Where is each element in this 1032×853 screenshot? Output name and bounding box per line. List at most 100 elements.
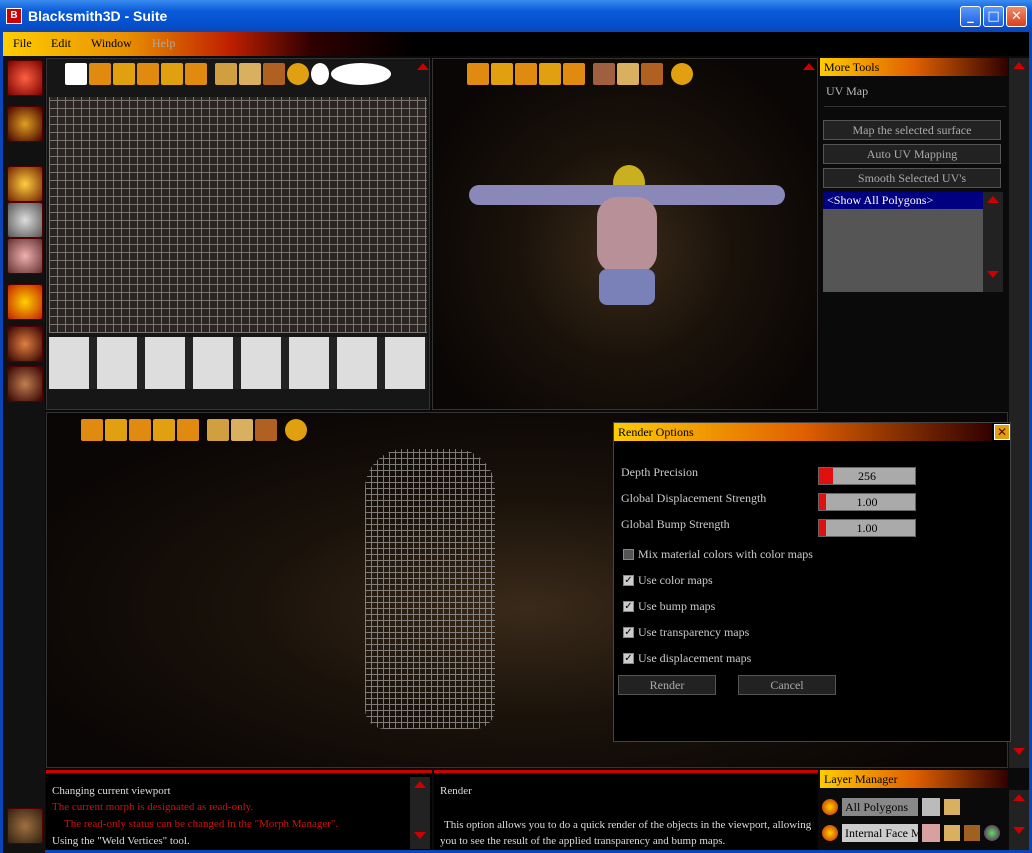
- uv-sphere-icon[interactable]: [65, 63, 87, 85]
- menu-help[interactable]: Help: [152, 36, 175, 51]
- scale-icon[interactable]: [137, 63, 159, 85]
- menu-bar: File Edit Window Help: [3, 32, 1029, 56]
- layer-row[interactable]: All Polygons: [822, 798, 960, 816]
- arrow-icon[interactable]: [113, 63, 135, 85]
- model-legs: [599, 269, 655, 305]
- uv-map-parts: [49, 337, 427, 389]
- layer-visibility-icon[interactable]: [822, 825, 838, 841]
- layer-page-icon[interactable]: [944, 799, 960, 815]
- arrow-icon[interactable]: [105, 419, 127, 441]
- frame-icon[interactable]: [563, 63, 585, 85]
- move-icon[interactable]: [467, 63, 489, 85]
- page-icon[interactable]: [231, 419, 253, 441]
- perspective-viewport[interactable]: [432, 58, 818, 410]
- rotate-icon[interactable]: [153, 419, 175, 441]
- morph-tool-icon[interactable]: [7, 238, 43, 274]
- move-icon[interactable]: [81, 419, 103, 441]
- hand-icon[interactable]: [207, 419, 229, 441]
- displacement-strength-slider[interactable]: 1.00: [818, 493, 916, 511]
- paint-tool-icon[interactable]: [7, 166, 43, 202]
- layer-color-swatch[interactable]: [922, 798, 940, 816]
- gear-icon[interactable]: [287, 63, 309, 85]
- layer-visibility-icon[interactable]: [822, 799, 838, 815]
- displacement-maps-option[interactable]: ✓ Use displacement maps: [623, 651, 751, 666]
- uv-shape-icon[interactable]: [311, 63, 329, 85]
- close-button[interactable]: ✕: [1006, 6, 1027, 27]
- layer-page-icon[interactable]: [944, 825, 960, 841]
- fire-tool-icon[interactable]: [7, 284, 43, 320]
- brush-tool-icon[interactable]: [7, 60, 43, 96]
- bump-maps-checkbox[interactable]: ✓: [623, 601, 634, 612]
- layer-color-swatch[interactable]: [922, 824, 940, 842]
- bump-strength-slider[interactable]: 1.00: [818, 519, 916, 537]
- layer-manager-scrollbar[interactable]: [1009, 790, 1029, 850]
- wheel-icon[interactable]: [641, 63, 663, 85]
- rotate-icon[interactable]: [161, 63, 183, 85]
- help-title: Render: [440, 785, 472, 797]
- uv-toolbar: [65, 61, 391, 87]
- uv-disc-icon[interactable]: [331, 63, 391, 85]
- sculpt-tool-icon[interactable]: [7, 202, 43, 238]
- layer-name[interactable]: Internal Face M: [842, 824, 918, 842]
- list-item[interactable]: <Show All Polygons>: [823, 192, 983, 209]
- menu-edit[interactable]: Edit: [51, 36, 71, 51]
- frame-icon[interactable]: [177, 419, 199, 441]
- wheel-icon[interactable]: [263, 63, 285, 85]
- hammer-tool-icon[interactable]: [7, 326, 43, 362]
- rotate-icon[interactable]: [539, 63, 561, 85]
- uv-map-section-label: UV Map: [826, 84, 869, 98]
- maximize-button[interactable]: □: [983, 6, 1004, 27]
- page-icon[interactable]: [617, 63, 639, 85]
- color-maps-option[interactable]: ✓ Use color maps: [623, 573, 713, 588]
- help-text: This option allows you to do a quick ren…: [440, 819, 812, 847]
- status-line: The read-only status can be changed in t…: [64, 818, 339, 830]
- more-tools-header: More Tools: [820, 58, 1008, 76]
- viewport-toolbar: [467, 61, 693, 87]
- scale-icon[interactable]: [129, 419, 151, 441]
- barrel-icon[interactable]: [7, 808, 43, 844]
- wheel-icon[interactable]: [255, 419, 277, 441]
- scale-icon[interactable]: [515, 63, 537, 85]
- viewport-collapse-icon[interactable]: [803, 63, 815, 70]
- polygon-list-scrollbar[interactable]: [983, 192, 1003, 292]
- mix-colors-option[interactable]: Mix material colors with color maps: [623, 547, 813, 562]
- map-selected-surface-button[interactable]: Map the selected surface: [823, 120, 1001, 140]
- smooth-selected-uvs-button[interactable]: Smooth Selected UV's: [823, 168, 1001, 188]
- polygon-list[interactable]: <Show All Polygons>: [823, 192, 983, 292]
- uv-map-grid: [49, 97, 427, 333]
- bump-maps-option[interactable]: ✓ Use bump maps: [623, 599, 715, 614]
- hand-icon[interactable]: [215, 63, 237, 85]
- gear-icon[interactable]: [671, 63, 693, 85]
- layer-manager-panel: Layer Manager All Polygons Internal Face…: [820, 770, 1008, 850]
- frame-icon[interactable]: [185, 63, 207, 85]
- move-icon[interactable]: [89, 63, 111, 85]
- tongs-tool-icon[interactable]: [7, 366, 43, 402]
- page-icon[interactable]: [239, 63, 261, 85]
- select-tool-icon[interactable]: [7, 106, 43, 142]
- face-icon[interactable]: [593, 63, 615, 85]
- uv-collapse-icon[interactable]: [417, 63, 429, 70]
- auto-uv-mapping-button[interactable]: Auto UV Mapping: [823, 144, 1001, 164]
- minimize-button[interactable]: _: [960, 6, 981, 27]
- status-line: Changing current viewport: [52, 785, 171, 797]
- menu-window[interactable]: Window: [91, 36, 132, 51]
- gear-icon[interactable]: [285, 419, 307, 441]
- uv-viewport[interactable]: [46, 58, 430, 410]
- displacement-maps-checkbox[interactable]: ✓: [623, 653, 634, 664]
- status-log-scrollbar[interactable]: [410, 777, 430, 849]
- depth-precision-slider[interactable]: 256: [818, 467, 916, 485]
- arrow-icon[interactable]: [491, 63, 513, 85]
- layer-wand-icon[interactable]: [964, 825, 980, 841]
- mix-colors-checkbox[interactable]: [623, 549, 634, 560]
- dialog-close-icon[interactable]: ✕: [994, 424, 1010, 440]
- cancel-button[interactable]: Cancel: [738, 675, 836, 695]
- render-button[interactable]: Render: [618, 675, 716, 695]
- menu-file[interactable]: File: [13, 36, 32, 51]
- right-panel-scrollbar[interactable]: [1009, 58, 1029, 768]
- transparency-maps-checkbox[interactable]: ✓: [623, 627, 634, 638]
- layer-row[interactable]: Internal Face M: [822, 824, 1000, 842]
- transparency-maps-option[interactable]: ✓ Use transparency maps: [623, 625, 749, 640]
- color-maps-checkbox[interactable]: ✓: [623, 575, 634, 586]
- layer-eye-icon[interactable]: [984, 825, 1000, 841]
- layer-name[interactable]: All Polygons: [842, 798, 918, 816]
